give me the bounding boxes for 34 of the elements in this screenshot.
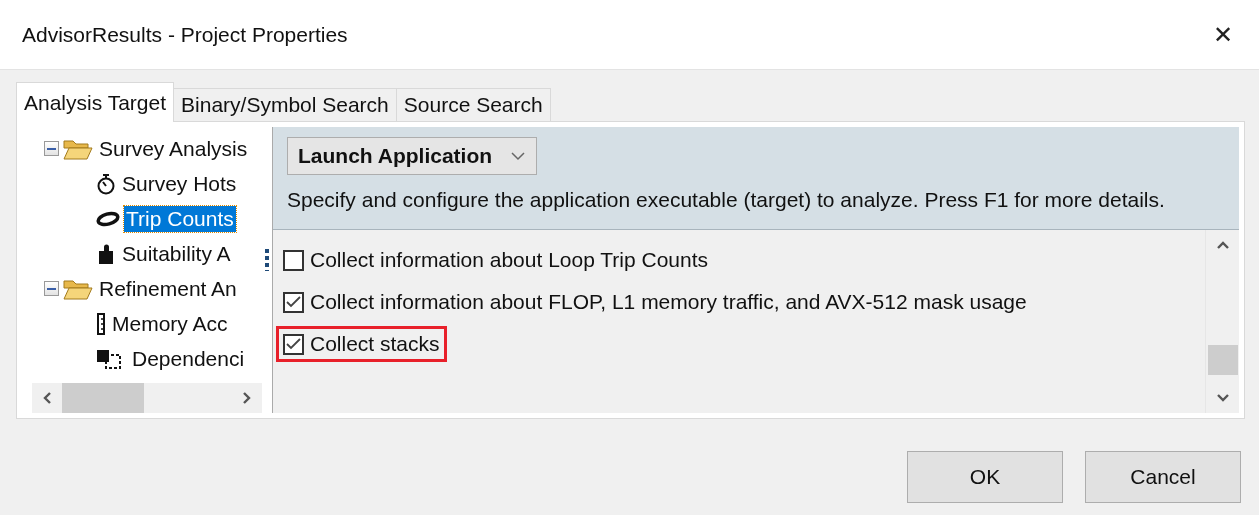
close-button[interactable]: ✕ xyxy=(1208,20,1237,49)
stopwatch-icon xyxy=(96,172,116,195)
scrollbar-thumb[interactable] xyxy=(62,383,144,413)
collapse-icon[interactable] xyxy=(44,281,59,296)
caret-icon xyxy=(510,151,527,161)
vertical-scrollbar[interactable] xyxy=(1205,230,1239,413)
puzzle-icon xyxy=(96,242,116,265)
tree-item[interactable]: Memory Acc xyxy=(110,310,230,337)
checkbox[interactable] xyxy=(283,291,304,313)
tree-item[interactable]: Refinement An xyxy=(97,275,239,302)
dialog-button[interactable]: Cancel xyxy=(1085,451,1241,503)
target-dropdown[interactable]: Launch Application xyxy=(287,137,538,175)
highlighted-checkbox-option[interactable]: Collect stacks xyxy=(276,326,447,362)
tree-item[interactable]: Suitability A xyxy=(120,240,233,267)
collapse-icon[interactable] xyxy=(44,141,59,156)
tab[interactable]: Source Search xyxy=(395,88,551,122)
horizontal-scrollbar[interactable] xyxy=(32,383,262,413)
folder-icon xyxy=(63,277,93,300)
dialog-button[interactable]: OK xyxy=(907,451,1063,503)
window-title: AdvisorResults - Project Properties xyxy=(22,22,348,47)
checkbox-option[interactable]: Collect information about Loop Trip Counts xyxy=(276,242,716,278)
checkbox[interactable] xyxy=(283,333,304,355)
scrollbar-thumb[interactable] xyxy=(1207,345,1238,375)
ring-icon xyxy=(96,210,120,227)
tree-item[interactable]: Survey Analysis xyxy=(97,135,250,162)
tab[interactable]: Analysis Target xyxy=(16,82,175,122)
description-text: Specify and configure the application executable (target) to analyze. Press F1 for more details. xyxy=(287,187,1166,213)
checkbox[interactable] xyxy=(283,249,304,271)
tree-item[interactable]: Dependenci xyxy=(130,345,247,372)
tree-item[interactable]: Trip Counts xyxy=(124,205,236,232)
checkbox-option[interactable]: Collect information about FLOP, L1 memory traffic, and AVX-512 mask usage xyxy=(276,284,1034,320)
folder-icon xyxy=(63,137,93,160)
ruler-icon xyxy=(96,312,106,335)
tree-item[interactable]: Survey Hots xyxy=(120,170,239,197)
